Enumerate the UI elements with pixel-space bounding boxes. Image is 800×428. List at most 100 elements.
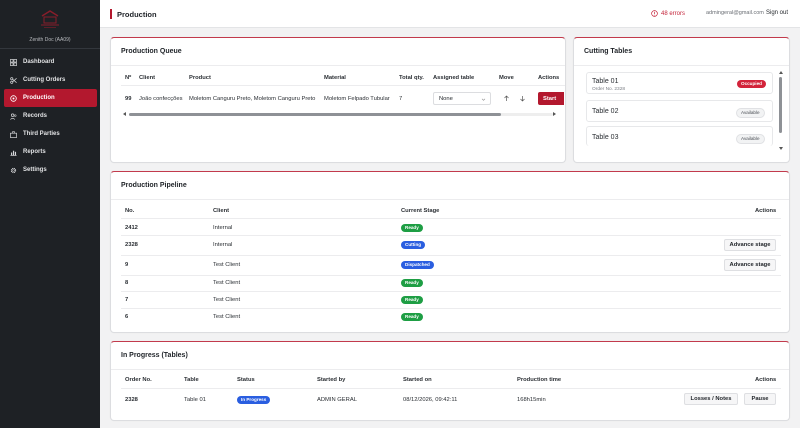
in-progress-card: In Progress (Tables) Order No. Table Sta… — [110, 341, 790, 421]
stage-badge: Ready — [401, 296, 423, 304]
losses-notes-button[interactable]: Losses / Notes — [684, 393, 738, 405]
queue-qty: 7 — [399, 96, 403, 102]
chart-icon — [10, 150, 17, 156]
queue-client: João confecções — [139, 96, 183, 102]
pipeline-no: 6 — [125, 314, 129, 320]
col-header-client: Client — [213, 208, 230, 214]
table-item-03[interactable]: Table 03 Available — [586, 126, 773, 146]
sidebar-item-reports[interactable]: Reports — [4, 143, 97, 161]
sidebar-item-label: Settings — [23, 167, 47, 173]
divider — [121, 308, 781, 309]
chevron-down-icon — [481, 98, 486, 101]
table-order: Order No. 2328 — [592, 87, 626, 92]
queue-no: 99 — [125, 96, 132, 102]
sidebar-item-cutting-orders[interactable]: Cutting Orders — [4, 71, 97, 89]
pipeline-no: 2328 — [125, 242, 138, 248]
user-email: admingeral@gmail.com — [706, 10, 764, 16]
scissors-icon — [10, 76, 17, 84]
col-header-product: Product — [189, 75, 211, 81]
col-header-actions: Actions — [755, 208, 777, 214]
sidebar-item-production[interactable]: Production — [4, 89, 97, 107]
pipeline-client: Test Client — [213, 262, 241, 268]
production-icon — [10, 94, 17, 102]
advance-stage-button[interactable]: Advance stage — [724, 239, 776, 251]
scroll-thumb[interactable] — [129, 113, 501, 116]
grid-icon — [10, 58, 17, 66]
pipeline-client: Test Client — [213, 297, 241, 303]
sidebar-item-records[interactable]: Records — [4, 107, 97, 125]
col-header-actions: Actions — [538, 75, 560, 81]
scroll-thumb[interactable] — [779, 77, 782, 133]
scroll-up-icon[interactable] — [779, 71, 783, 74]
pause-button[interactable]: Pause — [744, 393, 776, 405]
briefcase-icon — [10, 130, 17, 138]
col-header-order-no: Order No. — [125, 377, 152, 383]
assigned-table-select[interactable]: None — [433, 92, 491, 105]
gear-icon — [10, 167, 17, 173]
pipeline-client: Internal — [213, 242, 233, 248]
sidebar-item-label: Third Parties — [23, 131, 60, 137]
divider — [121, 291, 781, 292]
card-title: Production Pipeline — [121, 182, 187, 189]
pipeline-client: Internal — [213, 225, 233, 231]
col-header-started-by: Started by — [317, 377, 346, 383]
pipeline-client: Test Client — [213, 280, 241, 286]
card-title: Production Queue — [121, 48, 182, 55]
stage-badge: Ready — [401, 279, 423, 287]
divider — [121, 235, 781, 236]
col-header-production-time: Production time — [517, 377, 562, 383]
pipeline-no: 9 — [125, 262, 129, 268]
col-header-current-stage: Current Stage — [401, 208, 440, 214]
divider — [111, 369, 789, 370]
sidebar-item-settings[interactable]: Settings — [4, 161, 97, 179]
sign-out-button[interactable]: Sign out — [766, 10, 788, 16]
arrow-up-icon[interactable] — [503, 95, 510, 102]
page-title: Production — [117, 10, 157, 19]
sidebar: Zenith Doc (AA09) Dashboard Cutting Orde… — [0, 0, 100, 428]
alert-circle-icon — [651, 10, 658, 17]
col-header-move: Move — [499, 75, 514, 81]
stage-badge: Ready — [401, 224, 423, 232]
errors-indicator[interactable]: 48 errors — [651, 10, 685, 17]
divider — [574, 65, 789, 66]
pipeline-no: 2412 — [125, 225, 138, 231]
sidebar-item-third-parties[interactable]: Third Parties — [4, 125, 97, 143]
divider — [121, 85, 565, 86]
sidebar-item-label: Reports — [23, 149, 46, 155]
queue-product: Moletom Canguru Preto, Moletom Canguru P… — [189, 96, 316, 102]
table-item-02[interactable]: Table 02 Available — [586, 100, 773, 122]
sidebar-item-dashboard[interactable]: Dashboard — [4, 53, 97, 71]
col-header-material: Material — [324, 75, 346, 81]
scroll-left-icon[interactable] — [123, 112, 126, 116]
col-header-started-on: Started on — [403, 377, 432, 383]
table-name: Table 03 — [592, 134, 619, 141]
company-logo — [41, 10, 59, 28]
pipeline-no: 8 — [125, 280, 129, 286]
queue-material: Moletom Felpado Tubular — [324, 96, 390, 102]
advance-stage-button[interactable]: Advance stage — [724, 259, 776, 271]
select-value: None — [439, 95, 453, 102]
status-badge: Occupied — [737, 80, 766, 88]
status-badge: In Progress — [237, 396, 271, 404]
scroll-right-icon[interactable] — [553, 112, 556, 116]
status-badge: Available — [736, 134, 765, 144]
table-item-01[interactable]: Table 01 Order No. 2328 Occupied — [586, 72, 773, 94]
divider — [121, 255, 781, 256]
col-header-total-qty: Total qty. — [399, 75, 424, 81]
org-name: Zenith Doc (AA09) — [29, 37, 71, 43]
col-header-assigned-table: Assigned table — [433, 75, 475, 81]
divider — [121, 218, 781, 219]
progress-started-on: 08/12/2026, 09:42:11 — [403, 397, 458, 403]
stage-badge: Cutting — [401, 241, 426, 249]
card-title: Cutting Tables — [584, 48, 633, 55]
sidebar-item-label: Production — [23, 95, 55, 101]
table-name: Table 02 — [592, 108, 619, 115]
scroll-down-icon[interactable] — [779, 147, 783, 150]
cutting-tables-card: Cutting Tables Table 01 Order No. 2328 O… — [573, 37, 790, 163]
start-button[interactable]: Start — [538, 92, 564, 105]
divider — [121, 275, 781, 276]
arrow-down-icon[interactable] — [519, 95, 526, 102]
sidebar-nav: Dashboard Cutting Orders Production Reco… — [4, 53, 97, 179]
card-title: In Progress (Tables) — [121, 352, 188, 359]
status-badge: Available — [736, 108, 765, 118]
